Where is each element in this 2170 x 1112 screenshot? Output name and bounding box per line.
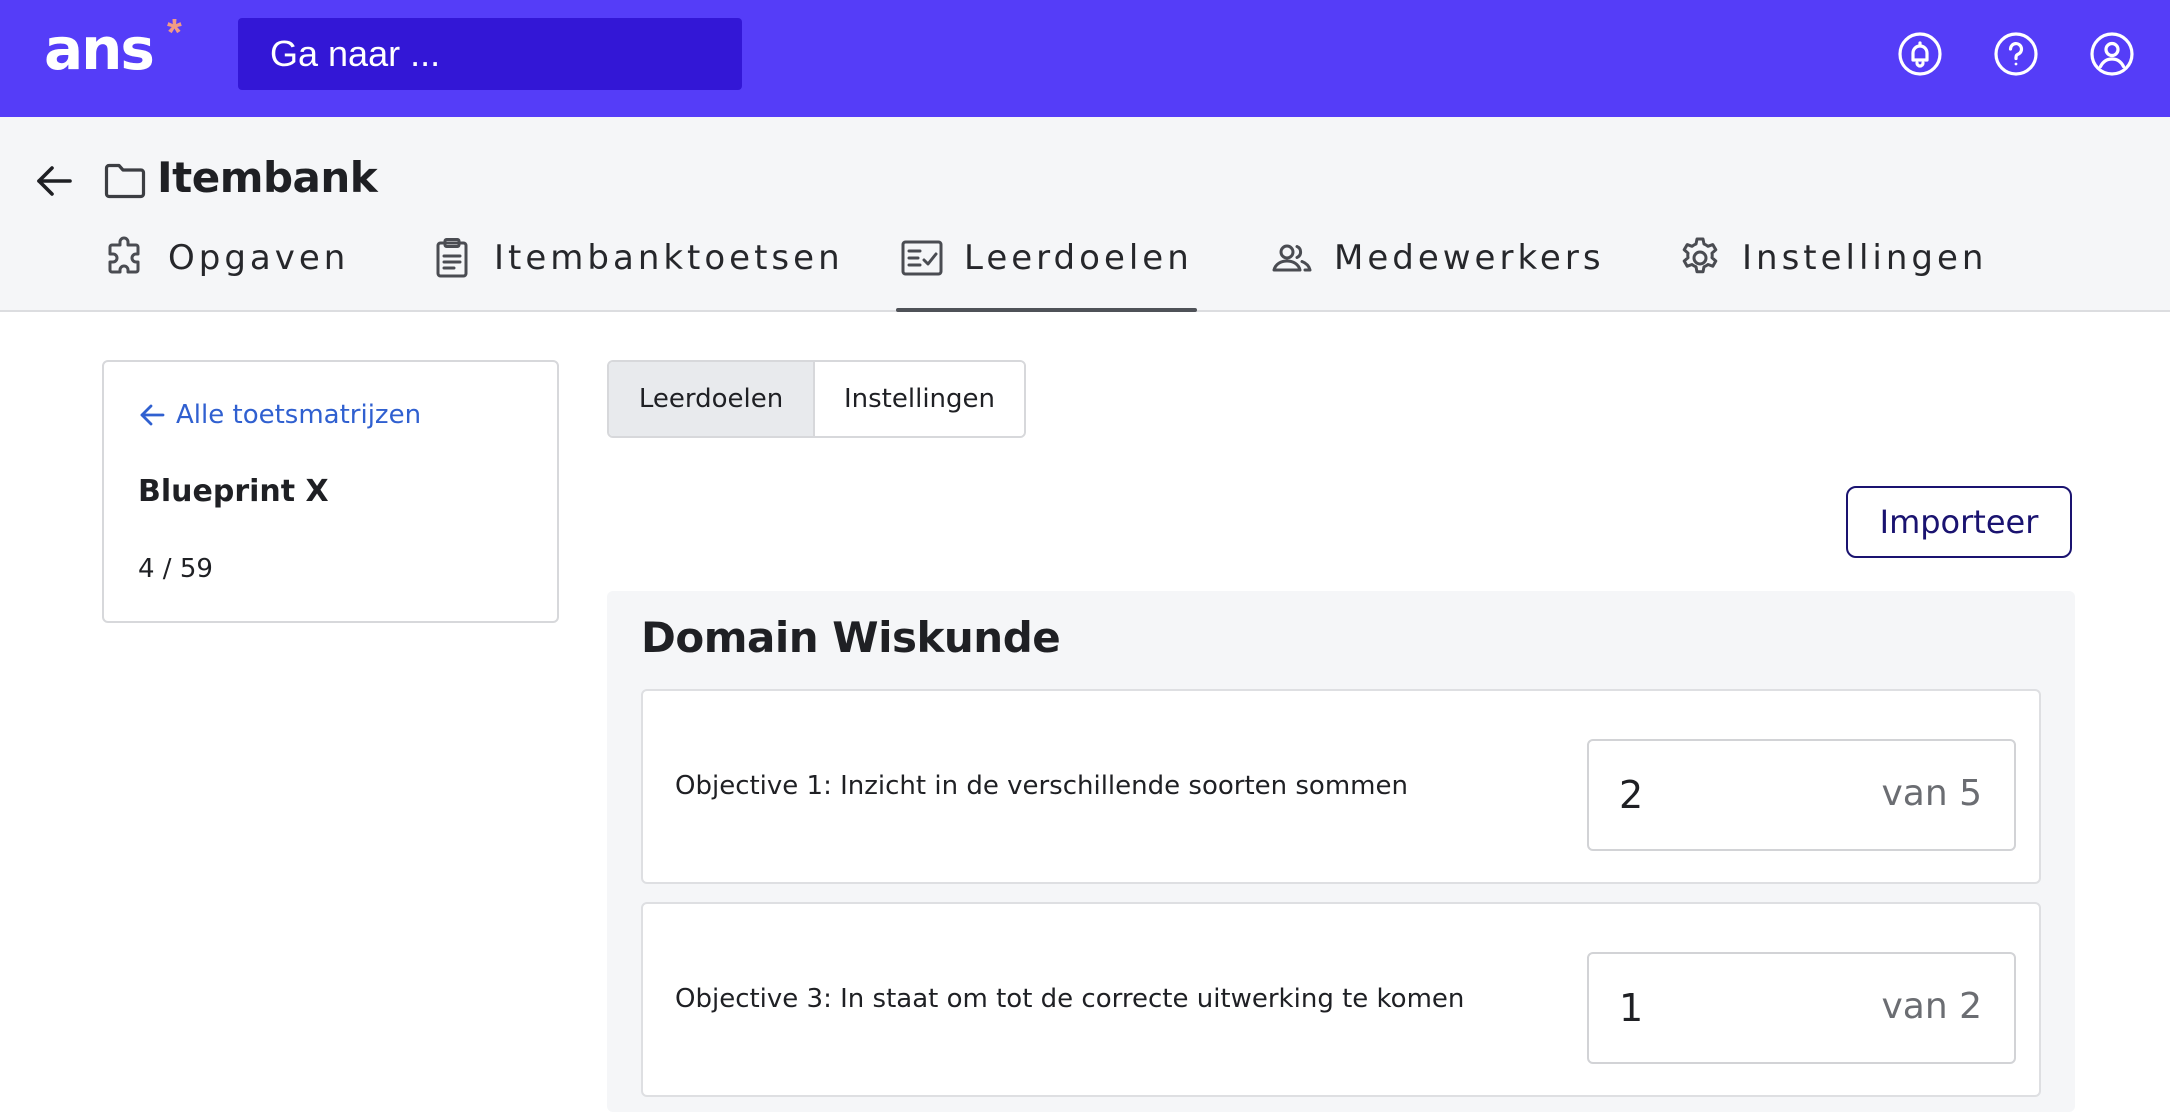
clipboard-icon xyxy=(436,238,468,278)
segment-leerdoelen[interactable]: Leerdoelen xyxy=(609,362,815,436)
back-link-label: Alle toetsmatrijzen xyxy=(176,400,422,430)
objective-row: Objective 3: In staat om tot de correcte… xyxy=(641,902,2041,1097)
tab-label: Leerdoelen xyxy=(964,238,1193,278)
page-header: Itembank Opgaven Itembanktoetsen Leerdoe… xyxy=(0,117,2170,312)
tab-leerdoelen[interactable]: Leerdoelen xyxy=(896,234,1197,312)
users-icon xyxy=(1272,244,1312,272)
back-arrow-icon[interactable] xyxy=(34,161,74,201)
tab-itembanktoetsen[interactable]: Itembanktoetsen xyxy=(430,234,844,312)
puzzle-icon xyxy=(108,236,140,274)
objective-row: Objective 1: Inzicht in de verschillende… xyxy=(641,689,2041,884)
folder-icon xyxy=(104,163,146,199)
import-button[interactable]: Importeer xyxy=(1846,486,2072,558)
tab-label: Instellingen xyxy=(1742,238,1988,278)
objective-count-field: van 5 xyxy=(1587,739,2016,851)
domain-panel: Domain Wiskunde Objective 1: Inzicht in … xyxy=(607,591,2075,1112)
objective-total: van 2 xyxy=(1881,986,1982,1027)
help-icon[interactable] xyxy=(1992,30,2040,78)
search-input[interactable] xyxy=(238,18,742,90)
blueprint-card: Alle toetsmatrijzen Blueprint X 4 / 59 xyxy=(102,360,559,623)
tab-opgaven[interactable]: Opgaven xyxy=(104,234,349,312)
tab-label: Itembanktoetsen xyxy=(494,238,844,278)
objective-count-input[interactable] xyxy=(1589,741,1789,849)
objective-count-field: van 2 xyxy=(1587,952,2016,1064)
objective-text: Objective 3: In staat om tot de correcte… xyxy=(675,984,1465,1014)
tab-label: Medewerkers xyxy=(1334,238,1605,278)
segment-instellingen[interactable]: Instellingen xyxy=(815,362,1024,436)
logo[interactable]: ans xyxy=(44,20,155,78)
domain-title: Domain Wiskunde xyxy=(641,613,1061,662)
tab-label: Opgaven xyxy=(168,238,350,278)
blueprint-count: 4 / 59 xyxy=(138,554,213,584)
bell-icon[interactable] xyxy=(1896,30,1944,78)
checklist-icon xyxy=(901,240,943,276)
tab-instellingen[interactable]: Instellingen xyxy=(1678,234,1987,312)
objective-count-input[interactable] xyxy=(1589,954,1789,1062)
top-bar: ans * xyxy=(0,0,2170,117)
back-to-blueprints-link[interactable]: Alle toetsmatrijzen xyxy=(138,400,421,430)
tab-medewerkers[interactable]: Medewerkers xyxy=(1270,234,1605,312)
objective-text: Objective 1: Inzicht in de verschillende… xyxy=(675,771,1408,801)
blueprint-title: Blueprint X xyxy=(138,474,329,509)
gear-icon xyxy=(1682,237,1718,274)
logo-mark: * xyxy=(167,12,182,54)
arrow-left-icon xyxy=(140,404,165,426)
objective-total: van 5 xyxy=(1881,773,1982,814)
user-icon[interactable] xyxy=(2088,30,2136,78)
view-switcher: Leerdoelen Instellingen xyxy=(607,360,1026,438)
page-title: Itembank xyxy=(157,153,378,202)
